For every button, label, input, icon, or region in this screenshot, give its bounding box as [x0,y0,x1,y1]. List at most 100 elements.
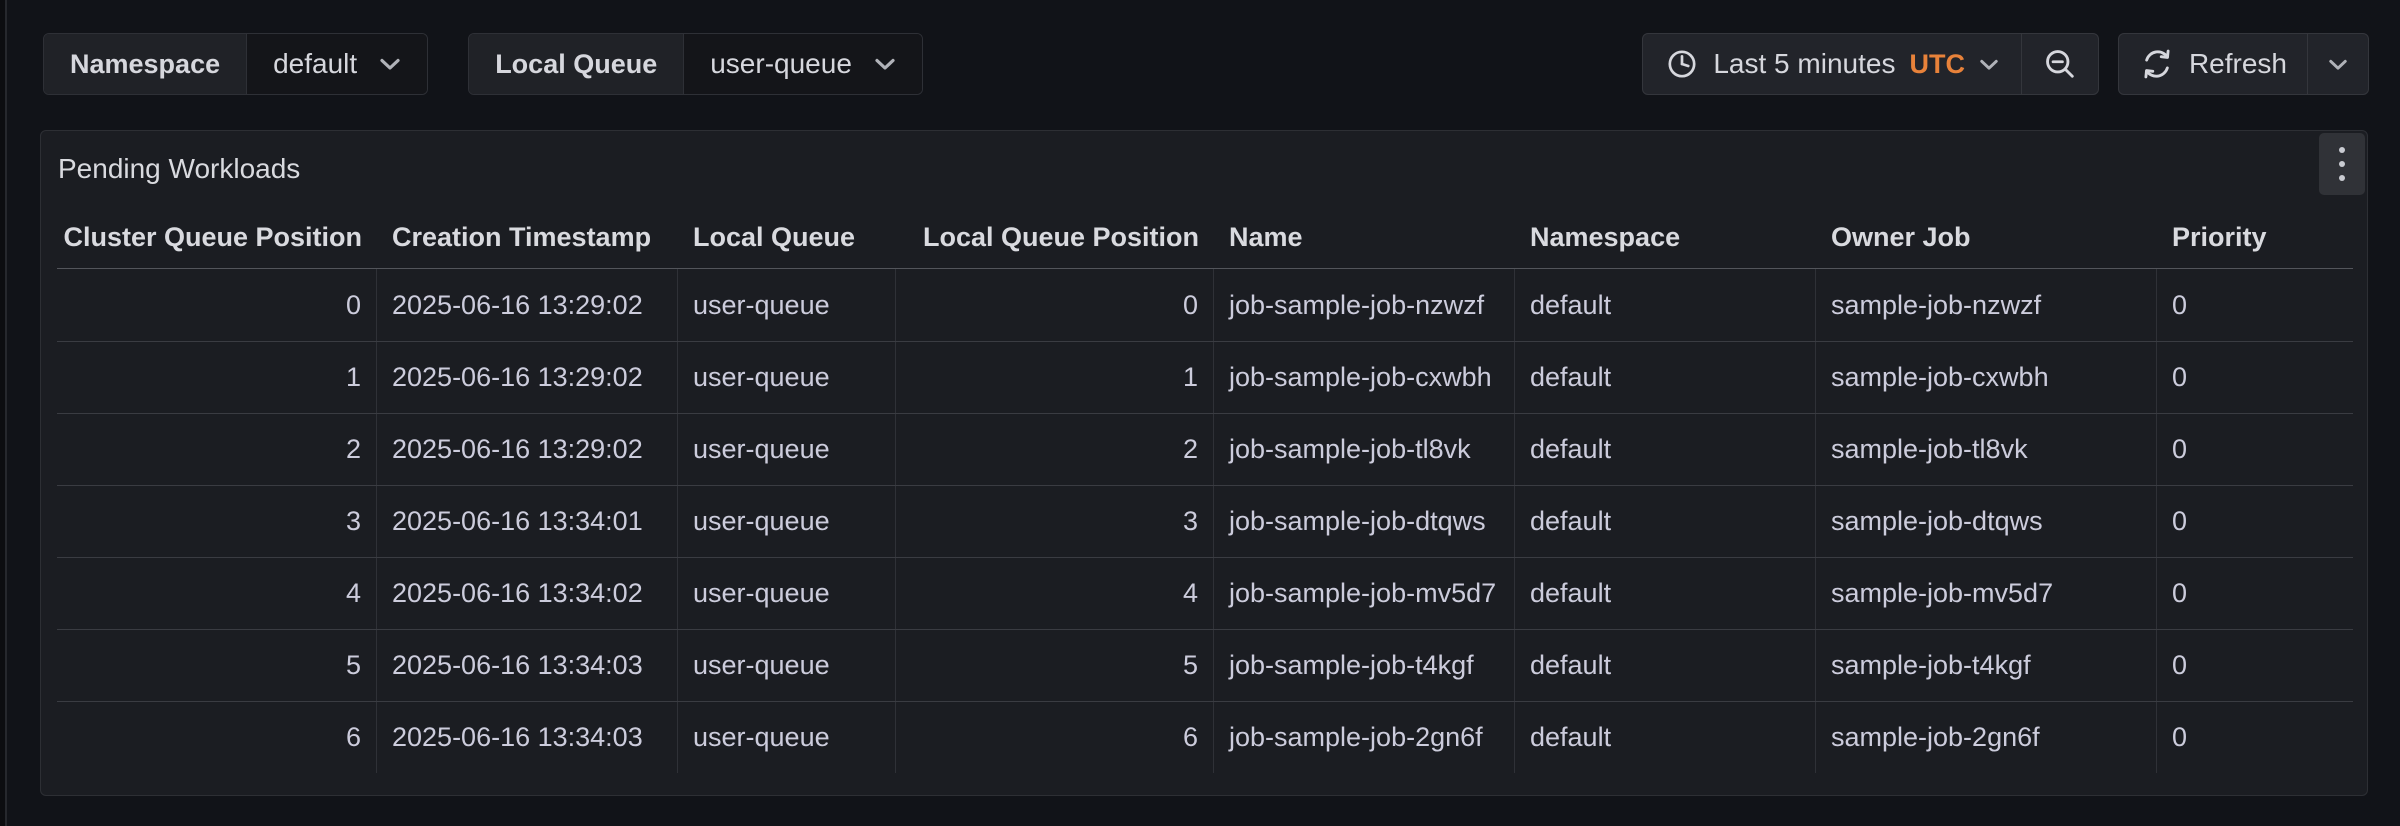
table-cell: user-queue [678,630,896,701]
timezone-label: UTC [1909,49,1965,80]
table-body: 02025-06-16 13:29:02user-queue0job-sampl… [57,269,2353,773]
table-cell: 0 [2157,702,2353,773]
kebab-dot [2339,175,2345,181]
table-cell: default [1515,630,1816,701]
table-cell: 2025-06-16 13:34:03 [377,702,678,773]
table-cell: 4 [896,558,1214,629]
table-cell: 2025-06-16 13:34:01 [377,486,678,557]
local-queue-filter: Local Queue user-queue [468,33,923,95]
namespace-filter: Namespace default [43,33,428,95]
table-cell: user-queue [678,269,896,341]
column-header-cluster-queue-position[interactable]: Cluster Queue Position [57,207,377,268]
magnifier-minus-icon [2042,46,2078,82]
namespace-filter-label: Namespace [44,34,247,94]
zoom-out-time-button[interactable] [2021,34,2098,94]
table-cell: job-sample-job-t4kgf [1214,630,1515,701]
table-cell: 6 [57,702,377,773]
table-row: 22025-06-16 13:29:02user-queue2job-sampl… [57,413,2353,485]
chevron-down-icon [379,57,401,71]
table-cell: sample-job-t4kgf [1816,630,2157,701]
column-header-local-queue-position[interactable]: Local Queue Position [896,207,1214,268]
panel-header[interactable]: Pending Workloads [41,131,2367,207]
table-cell: job-sample-job-cxwbh [1214,342,1515,413]
table-cell: 0 [2157,630,2353,701]
table-cell: default [1515,269,1816,341]
local-queue-filter-value[interactable]: user-queue [684,34,922,94]
table-cell: default [1515,414,1816,485]
table-cell: sample-job-cxwbh [1816,342,2157,413]
time-controls: Last 5 minutes UTC [1642,33,2369,95]
refresh-button[interactable]: Refresh [2119,34,2307,94]
panel-menu-button[interactable] [2319,133,2365,195]
column-header-owner-job[interactable]: Owner Job [1816,207,2157,268]
table-cell: default [1515,486,1816,557]
table-cell: job-sample-job-nzwzf [1214,269,1515,341]
refresh-group: Refresh [2118,33,2369,95]
local-queue-filter-selected: user-queue [710,48,852,80]
table-cell: 2025-06-16 13:34:03 [377,630,678,701]
column-header-name[interactable]: Name [1214,207,1515,268]
table-cell: user-queue [678,342,896,413]
table-cell: sample-job-dtqws [1816,486,2157,557]
kebab-dot [2339,147,2345,153]
chevron-down-icon [1979,58,1999,71]
table-row: 12025-06-16 13:29:02user-queue1job-sampl… [57,341,2353,413]
table-cell: 0 [896,269,1214,341]
table-cell: 2025-06-16 13:29:02 [377,269,678,341]
dashboard-toolbar: Namespace default Local Queue user-queue [43,33,2369,95]
panel-title: Pending Workloads [58,153,300,185]
table-cell: 0 [2157,558,2353,629]
variable-filters: Namespace default Local Queue user-queue [43,33,923,95]
table-cell: 5 [57,630,377,701]
time-picker-group: Last 5 minutes UTC [1642,33,2099,95]
time-range-button[interactable]: Last 5 minutes UTC [1643,34,2021,94]
chevron-down-icon [2328,58,2348,71]
refresh-interval-dropdown[interactable] [2307,34,2368,94]
table-cell: 1 [57,342,377,413]
clock-icon [1665,47,1699,81]
table-cell: 6 [896,702,1214,773]
table-cell: user-queue [678,702,896,773]
table-cell: sample-job-tl8vk [1816,414,2157,485]
table-cell: sample-job-2gn6f [1816,702,2157,773]
table-cell: 0 [57,269,377,341]
namespace-filter-value[interactable]: default [247,34,427,94]
column-header-priority[interactable]: Priority [2157,207,2353,268]
column-header-creation-timestamp[interactable]: Creation Timestamp [377,207,678,268]
namespace-filter-selected: default [273,48,357,80]
table-row: 52025-06-16 13:34:03user-queue5job-sampl… [57,629,2353,701]
table-cell: user-queue [678,558,896,629]
table-cell: 0 [2157,269,2353,341]
table-cell: 2025-06-16 13:34:02 [377,558,678,629]
table-cell: job-sample-job-dtqws [1214,486,1515,557]
table-cell: 2 [896,414,1214,485]
pending-workloads-panel: Pending Workloads Cluster Queue Position… [40,130,2368,796]
viewport-left-edge [0,0,7,826]
table-cell: user-queue [678,414,896,485]
table-row: 02025-06-16 13:29:02user-queue0job-sampl… [57,269,2353,341]
local-queue-filter-label: Local Queue [469,34,684,94]
table-cell: default [1515,558,1816,629]
refresh-sync-icon [2139,46,2175,82]
table-cell: 2025-06-16 13:29:02 [377,414,678,485]
kebab-dot [2339,161,2345,167]
refresh-label: Refresh [2189,48,2287,80]
time-range-label: Last 5 minutes [1713,48,1895,80]
table-cell: job-sample-job-mv5d7 [1214,558,1515,629]
table-cell: default [1515,342,1816,413]
table-row: 42025-06-16 13:34:02user-queue4job-sampl… [57,557,2353,629]
table-row: 32025-06-16 13:34:01user-queue3job-sampl… [57,485,2353,557]
table-cell: 4 [57,558,377,629]
column-header-local-queue[interactable]: Local Queue [678,207,896,268]
table-cell: 0 [2157,486,2353,557]
table-cell: 2025-06-16 13:29:02 [377,342,678,413]
table-cell: job-sample-job-tl8vk [1214,414,1515,485]
table-cell: 0 [2157,414,2353,485]
chevron-down-icon [874,57,896,71]
column-header-namespace[interactable]: Namespace [1515,207,1816,268]
table-cell: sample-job-nzwzf [1816,269,2157,341]
table-header-row: Cluster Queue PositionCreation Timestamp… [57,207,2353,269]
table-cell: default [1515,702,1816,773]
table-cell: 3 [57,486,377,557]
table-cell: 1 [896,342,1214,413]
